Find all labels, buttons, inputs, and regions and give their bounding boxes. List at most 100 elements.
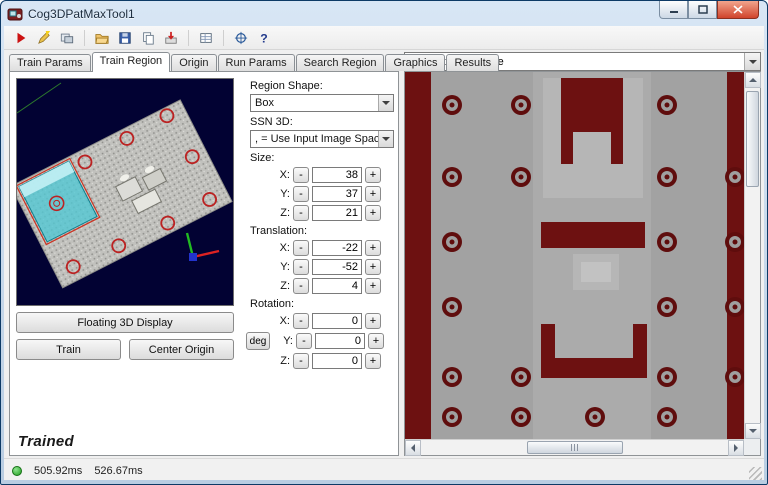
scroll-up-button[interactable] (745, 72, 761, 88)
close-button[interactable] (717, 1, 759, 19)
status-green-dot-icon (12, 465, 22, 476)
run-icon[interactable] (12, 29, 30, 47)
axis-x-label: X: (279, 315, 290, 327)
status-time-2: 526.67ms (94, 464, 143, 477)
window-title: Cog3DPatMaxTool1 (28, 6, 135, 21)
scroll-down-button[interactable] (745, 423, 761, 439)
scrollbar-corner (744, 439, 760, 455)
size-z-input[interactable] (312, 205, 362, 221)
tab-search-region[interactable]: Search Region (295, 54, 385, 71)
translation-z-plus-button[interactable]: + (365, 278, 381, 294)
size-x-minus-button[interactable]: - (293, 167, 309, 183)
size-y-minus-button[interactable]: - (293, 186, 309, 202)
region-shape-value: Box (255, 97, 274, 109)
rotation-x-input[interactable] (312, 313, 362, 329)
rotation-z-minus-button[interactable]: - (293, 353, 309, 369)
status-time-1: 505.92ms (34, 464, 83, 477)
minimize-button[interactable] (659, 1, 688, 19)
tab-graphics[interactable]: Graphics (385, 54, 446, 71)
input-image-view[interactable] (404, 71, 761, 456)
minimize-icon (669, 11, 678, 13)
resize-grip[interactable] (749, 467, 762, 480)
scroll-left-button[interactable] (405, 440, 421, 456)
rotation-z-input[interactable] (312, 353, 362, 369)
translation-x-plus-button[interactable]: + (365, 240, 381, 256)
translation-y-minus-button[interactable]: - (293, 259, 309, 275)
save-icon[interactable] (116, 29, 134, 47)
position-tool-icon[interactable] (232, 29, 250, 47)
translation-x-input[interactable] (312, 240, 362, 256)
rotation-z-plus-button[interactable]: + (365, 353, 381, 369)
titlebar[interactable]: Cog3DPatMaxTool1 (1, 1, 767, 26)
horizontal-scrollbar-thumb[interactable] (527, 441, 623, 454)
floating-3d-display-button[interactable]: Floating 3D Display (16, 312, 234, 333)
tool-edit-icon[interactable] (58, 29, 76, 47)
vertical-scrollbar[interactable] (744, 72, 761, 439)
close-icon (733, 5, 743, 14)
rotation-y-plus-button[interactable]: + (368, 333, 384, 349)
copy-icon[interactable] (139, 29, 157, 47)
results-table-icon[interactable] (197, 29, 215, 47)
input-image-graphic (405, 72, 744, 439)
toolbar: ? (4, 26, 764, 50)
translation-z-minus-button[interactable]: - (293, 278, 309, 294)
size-z-plus-button[interactable]: + (365, 205, 381, 221)
center-origin-button[interactable]: Center Origin (129, 339, 234, 360)
size-x-input[interactable] (312, 167, 362, 183)
rotation-y-input[interactable] (315, 333, 365, 349)
rotation-x-plus-button[interactable]: + (365, 313, 381, 329)
scroll-right-button[interactable] (728, 440, 744, 456)
ssn3d-label: SSN 3D: (250, 116, 293, 128)
rotation-x-minus-button[interactable]: - (293, 313, 309, 329)
chevron-down-icon[interactable] (744, 53, 760, 70)
rotation-y-row: deg Y: - + (242, 332, 398, 350)
train-button[interactable]: Train (16, 339, 121, 360)
deg-toggle-button[interactable]: deg (246, 332, 270, 350)
size-x-plus-button[interactable]: + (365, 167, 381, 183)
tab-run-params[interactable]: Run Params (217, 54, 295, 71)
chevron-down-icon[interactable] (378, 95, 393, 111)
3d-display-view[interactable] (10, 78, 234, 306)
trained-status-text: Trained (18, 433, 75, 450)
tab-train-params[interactable]: Train Params (9, 54, 91, 71)
size-y-row: Y: - + (242, 186, 398, 202)
ssn3d-value: , = Use Input Image Space (255, 133, 386, 145)
open-icon[interactable] (93, 29, 111, 47)
size-y-input[interactable] (312, 186, 362, 202)
ssn3d-combobox[interactable]: , = Use Input Image Space (250, 130, 394, 148)
train-region-page: Floating 3D Display Train Center Origin … (9, 71, 399, 456)
translation-y-input[interactable] (312, 259, 362, 275)
horizontal-scrollbar[interactable] (405, 439, 744, 456)
rotation-label: Rotation: (250, 298, 295, 310)
size-z-minus-button[interactable]: - (293, 205, 309, 221)
axis-y-label: Y: (280, 261, 290, 273)
maximize-icon (697, 5, 708, 14)
axis-z-label: Z: (280, 280, 290, 292)
rotation-y-minus-button[interactable]: - (296, 333, 312, 349)
region-shape-label: Region Shape: (250, 80, 323, 92)
size-y-plus-button[interactable]: + (365, 186, 381, 202)
region-shape-combobox[interactable]: Box (250, 94, 394, 112)
axis-x-label: X: (279, 169, 290, 181)
axis-z-label: Z: (280, 207, 290, 219)
tabstrip: Train Params Train Region Origin Run Par… (9, 52, 500, 72)
train-icon[interactable] (35, 29, 53, 47)
chevron-down-icon[interactable] (378, 131, 393, 147)
3d-scene-graphic (10, 79, 233, 305)
tab-origin[interactable]: Origin (171, 54, 217, 71)
axis-y-label: Y: (283, 335, 293, 347)
translation-z-input[interactable] (312, 278, 362, 294)
vertical-scrollbar-thumb[interactable] (746, 91, 759, 187)
translation-y-plus-button[interactable]: + (365, 259, 381, 275)
status-bar: 505.92ms 526.67ms (4, 458, 764, 480)
image-display-area: Current.InputImage (404, 52, 761, 456)
translation-x-minus-button[interactable]: - (293, 240, 309, 256)
help-icon[interactable]: ? (255, 29, 273, 47)
import-icon[interactable] (162, 29, 180, 47)
tab-results[interactable]: Results (446, 54, 500, 71)
tab-train-region[interactable]: Train Region (91, 52, 171, 72)
toolbar-separator (188, 29, 189, 46)
app-icon (7, 8, 23, 20)
toolbar-separator (223, 29, 224, 46)
maximize-button[interactable] (688, 1, 717, 19)
